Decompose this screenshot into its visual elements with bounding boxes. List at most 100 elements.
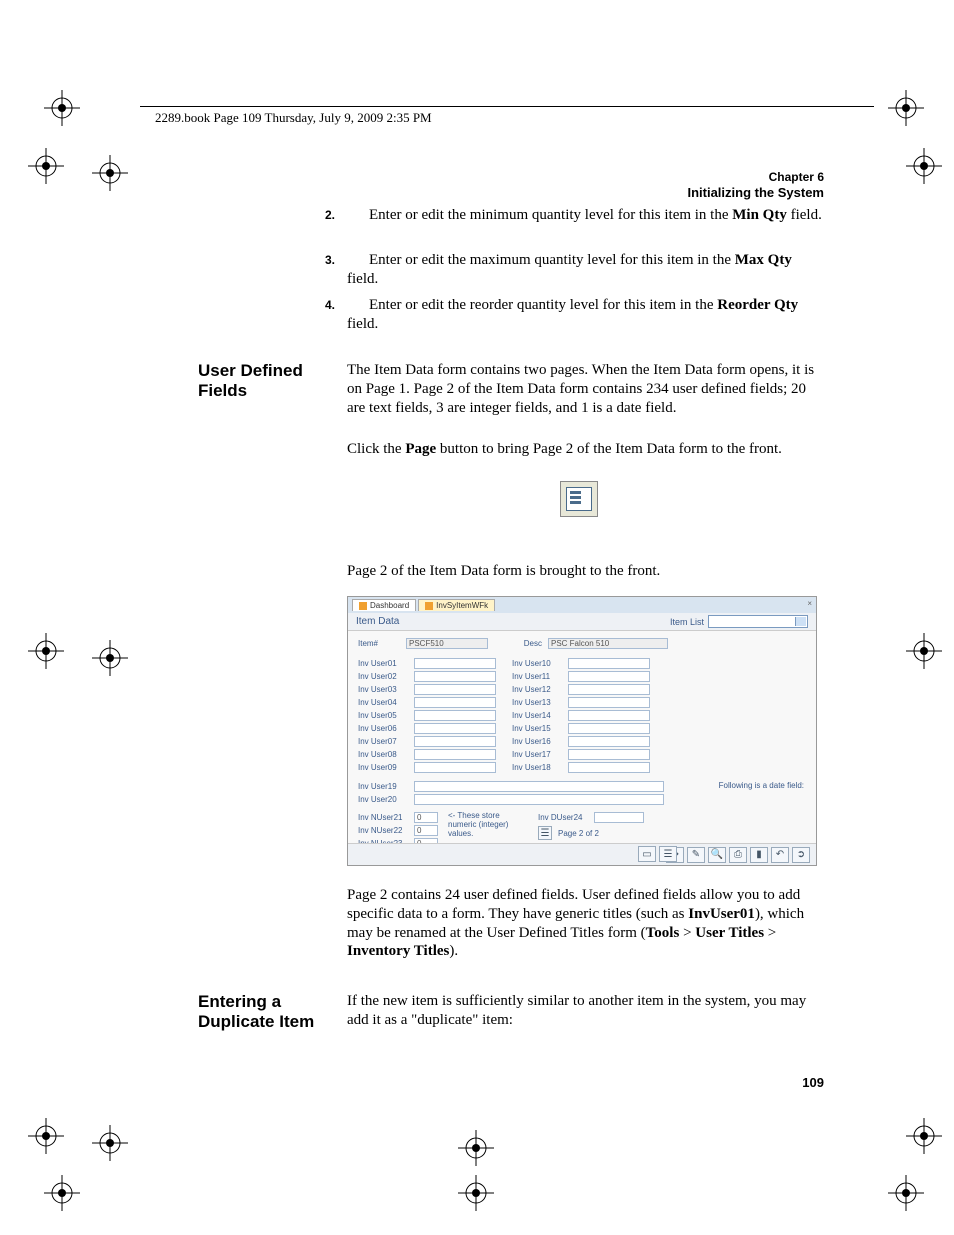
registration-mark [92, 640, 128, 676]
print-icon[interactable]: ⎙ [729, 847, 747, 863]
udf-paragraph-4: Page 2 contains 24 user defined fields. … [347, 886, 824, 961]
step-number: 4. [325, 298, 335, 313]
tab-icon [425, 602, 433, 610]
exit-icon[interactable]: ➲ [792, 847, 810, 863]
field-label: Inv User19 [358, 782, 414, 791]
user-field-input[interactable] [414, 697, 496, 708]
tab-form[interactable]: InvSyItemWFk [418, 599, 495, 611]
numeric-field-input[interactable]: 0 [414, 812, 438, 823]
user-field-input[interactable] [414, 736, 496, 747]
registration-mark [92, 1125, 128, 1161]
udf-paragraph-3: Page 2 of the Item Data form is brought … [347, 562, 824, 581]
page-indicator: Page 2 of 2 [558, 829, 599, 838]
item-value: PSCF510 [406, 638, 488, 649]
page-icon[interactable]: ☰ [538, 826, 552, 840]
form-titlebar: Item Data Item List [348, 613, 816, 631]
window-tabs: Dashboard InvSyItemWFk × [348, 597, 816, 613]
form-toolbar: ▭ ☰ ➔ ✎ 🔍 ⎙ ▮ ↶ ➲ [348, 843, 816, 865]
user-field-input[interactable] [414, 684, 496, 695]
page-number: 109 [802, 1075, 824, 1090]
field-label: Inv User16 [512, 737, 568, 746]
undo-icon[interactable]: ↶ [771, 847, 789, 863]
field-label: Inv User07 [358, 737, 414, 746]
registration-mark [458, 1130, 494, 1166]
step-number: 3. [325, 253, 335, 268]
field-label: Inv NUser21 [358, 813, 414, 822]
close-icon[interactable]: × [807, 599, 812, 608]
user-field-input[interactable] [568, 658, 650, 669]
itemlist-dropdown[interactable] [708, 615, 808, 628]
user-field-input[interactable] [568, 684, 650, 695]
user-fields-right: Inv User10 Inv User11 Inv User12 Inv Use… [512, 657, 650, 774]
field-label: Inv User17 [512, 750, 568, 759]
user-field-input[interactable] [568, 723, 650, 734]
step-text: Enter or edit the maximum quantity level… [347, 252, 792, 287]
date-field-input[interactable] [594, 812, 644, 823]
step-4: 4. Enter or edit the reorder quantity le… [347, 296, 824, 334]
field-label: Inv User04 [358, 698, 414, 707]
user-field-input[interactable] [568, 710, 650, 721]
user-field-input[interactable] [414, 794, 664, 805]
registration-mark [458, 1175, 494, 1211]
user-field-input[interactable] [414, 671, 496, 682]
registration-mark [906, 1118, 942, 1154]
registration-mark [906, 148, 942, 184]
field-label: Inv User12 [512, 685, 568, 694]
itemlist-label: Item List [670, 617, 704, 627]
field-label: Inv User05 [358, 711, 414, 720]
udf-paragraph-1: The Item Data form contains two pages. W… [347, 361, 824, 417]
registration-mark [28, 1118, 64, 1154]
user-field-input[interactable] [568, 671, 650, 682]
numeric-hint: <- These store numeric (integer) values. [448, 811, 518, 838]
user-field-input[interactable] [568, 736, 650, 747]
registration-mark [44, 90, 80, 126]
user-field-input[interactable] [414, 658, 496, 669]
field-label: Inv User01 [358, 659, 414, 668]
field-label: Inv User14 [512, 711, 568, 720]
field-label: Inv User09 [358, 763, 414, 772]
user-field-input[interactable] [414, 749, 496, 760]
user-field-input[interactable] [414, 781, 664, 792]
toolbar-icon[interactable]: ▮ [750, 847, 768, 863]
field-label: Inv User03 [358, 685, 414, 694]
user-field-input[interactable] [568, 749, 650, 760]
tab-dashboard[interactable]: Dashboard [352, 599, 416, 611]
toolbar-open-icon[interactable]: ▭ [638, 846, 656, 862]
toolbar-list-icon[interactable]: ☰ [659, 846, 677, 862]
item-label: Item# [358, 639, 406, 648]
field-label: Inv User10 [512, 659, 568, 668]
user-field-input[interactable] [568, 762, 650, 773]
section-heading-duplicate: Entering a Duplicate Item [198, 992, 338, 1033]
page-button-icon [560, 481, 598, 517]
field-label: Inv User20 [358, 795, 414, 804]
field-label: Inv NUser22 [358, 826, 414, 835]
user-fields-left: Inv User01 Inv User02 Inv User03 Inv Use… [358, 657, 496, 774]
user-field-input[interactable] [414, 762, 496, 773]
user-field-input[interactable] [568, 697, 650, 708]
search-icon[interactable]: 🔍 [708, 847, 726, 863]
field-label: Inv User08 [358, 750, 414, 759]
chapter-title: Initializing the System [687, 185, 824, 200]
step-text: Enter or edit the minimum quantity level… [369, 207, 822, 223]
field-label: Inv DUser24 [538, 813, 594, 822]
registration-mark [906, 633, 942, 669]
toolbar-icon[interactable]: ✎ [687, 847, 705, 863]
numeric-field-input[interactable]: 0 [414, 825, 438, 836]
user-field-input[interactable] [414, 723, 496, 734]
item-data-screenshot: Dashboard InvSyItemWFk × Item Data Item … [347, 596, 817, 866]
field-label: Inv User06 [358, 724, 414, 733]
step-2: 2. Enter or edit the minimum quantity le… [347, 206, 824, 225]
chapter-label: Chapter 6 [769, 170, 824, 184]
registration-mark [888, 90, 924, 126]
registration-mark [28, 633, 64, 669]
field-label: Inv User11 [512, 672, 568, 681]
user-field-input[interactable] [414, 710, 496, 721]
desc-value: PSC Falcon 510 [548, 638, 668, 649]
registration-mark [28, 148, 64, 184]
registration-mark [888, 1175, 924, 1211]
duplicate-paragraph: If the new item is sufficiently similar … [347, 992, 824, 1030]
field-label: Inv User15 [512, 724, 568, 733]
step-text: Enter or edit the reorder quantity level… [347, 297, 798, 332]
tab-icon [359, 602, 367, 610]
desc-label: Desc [508, 639, 548, 648]
